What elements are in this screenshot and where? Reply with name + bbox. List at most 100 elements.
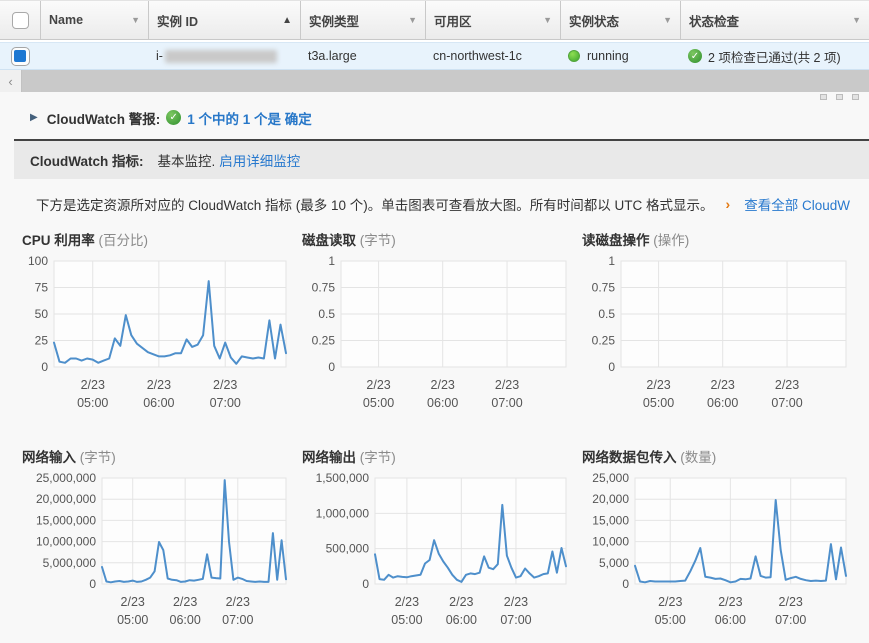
column-header-instance-id[interactable]: 实例 ID ▲ [148, 1, 300, 39]
dot [836, 94, 843, 100]
chart-cpu-utilization[interactable]: CPU 利用率 (百分比) 10075502502/2305:002/2306:… [22, 229, 292, 414]
svg-text:2/23: 2/23 [395, 595, 419, 609]
instance-table-row[interactable]: i- t3a.large cn-northwest-1c running ✓ 2… [0, 42, 869, 70]
column-header-instance-type[interactable]: 实例类型 ▼ [300, 1, 425, 39]
svg-text:10,000: 10,000 [592, 535, 629, 549]
chart-network-packets-in[interactable]: 网络数据包传入 (数量) 25,00020,00015,00010,0005,0… [582, 446, 852, 631]
svg-text:1: 1 [328, 255, 335, 268]
cell-instance-state: running [560, 43, 680, 69]
details-pane: ▶ CloudWatch 警报: ✓ 1 个中的 1 个是 确定 CloudWa… [0, 92, 869, 643]
svg-text:07:00: 07:00 [775, 613, 806, 626]
metrics-label: CloudWatch 指标: [30, 150, 143, 170]
svg-text:10,000,000: 10,000,000 [36, 535, 96, 549]
alarms-status-text: 1 个中的 1 个是 确定 [187, 108, 312, 128]
column-label: 实例 ID [157, 11, 198, 30]
filter-dropdown-icon[interactable]: ▼ [543, 15, 552, 25]
chart-disk-read-bytes[interactable]: 磁盘读取 (字节) 10.750.50.2502/2305:002/2306:0… [302, 229, 572, 414]
status-checks-text: 2 项检查已通过(共 2 项) [708, 47, 841, 66]
chart-title: CPU 利用率 (百分比) [22, 229, 292, 249]
svg-text:20,000: 20,000 [592, 492, 629, 506]
chevron-right-icon: › [726, 196, 731, 212]
monitoring-mode-text: 基本监控. [157, 150, 215, 170]
chart-title: 网络数据包传入 (数量) [582, 446, 852, 466]
svg-text:100: 100 [28, 255, 48, 268]
svg-text:07:00: 07:00 [771, 396, 802, 409]
svg-text:0.25: 0.25 [592, 334, 616, 348]
svg-text:07:00: 07:00 [491, 396, 522, 409]
svg-text:2/23: 2/23 [366, 378, 390, 392]
metrics-description-row: 下方是选定资源所对应的 CloudWatch 指标 (最多 10 个)。单击图表… [0, 179, 869, 214]
svg-text:2/23: 2/23 [81, 378, 105, 392]
chart-title: 网络输入 (字节) [22, 446, 292, 466]
checkbox-fill [14, 50, 26, 62]
enable-detailed-monitoring-link[interactable]: 启用详细监控 [219, 150, 300, 170]
svg-text:0: 0 [89, 577, 96, 591]
svg-text:0.25: 0.25 [312, 334, 336, 348]
cell-instance-id: i- [148, 43, 300, 69]
filter-dropdown-icon[interactable]: ▼ [663, 15, 672, 25]
svg-text:06:00: 06:00 [170, 613, 201, 626]
svg-text:2/23: 2/23 [711, 378, 735, 392]
svg-text:2/23: 2/23 [173, 595, 197, 609]
svg-text:0.5: 0.5 [318, 307, 335, 321]
scroll-left-button[interactable]: ‹ [0, 70, 22, 92]
svg-text:0: 0 [362, 577, 369, 591]
horizontal-scrollbar[interactable]: ‹ [0, 70, 869, 92]
column-header-availability-zone[interactable]: 可用区 ▼ [425, 1, 560, 39]
cell-availability-zone: cn-northwest-1c [425, 43, 560, 69]
alarms-status-link[interactable]: ✓ 1 个中的 1 个是 确定 [166, 108, 312, 128]
dot [852, 94, 859, 100]
select-all-cell[interactable] [0, 1, 40, 39]
row-checkbox-checked[interactable] [11, 47, 30, 66]
svg-text:2/23: 2/23 [431, 378, 455, 392]
cloudwatch-metrics-header: CloudWatch 指标: 基本监控. 启用详细监控 [14, 141, 869, 179]
select-all-checkbox[interactable] [12, 12, 29, 29]
svg-text:2/23: 2/23 [121, 595, 145, 609]
column-header-status-checks[interactable]: 状态检查 ▼ [680, 1, 869, 39]
row-select-cell[interactable] [0, 43, 40, 69]
svg-text:06:00: 06:00 [715, 613, 746, 626]
alarms-label: CloudWatch 警报: [47, 108, 160, 128]
chart-title: 磁盘读取 (字节) [302, 229, 572, 249]
svg-text:15,000,000: 15,000,000 [36, 513, 96, 527]
svg-text:05:00: 05:00 [363, 396, 394, 409]
pane-resize-handle-icon[interactable] [820, 94, 859, 100]
filter-dropdown-icon[interactable]: ▼ [131, 15, 140, 25]
svg-text:06:00: 06:00 [143, 396, 174, 409]
svg-text:2/23: 2/23 [646, 378, 670, 392]
instance-id-prefix: i- [156, 49, 163, 63]
running-state-icon [568, 50, 580, 62]
sort-asc-icon[interactable]: ▲ [282, 15, 292, 26]
svg-text:0.75: 0.75 [592, 281, 616, 295]
chart-disk-read-ops[interactable]: 读磁盘操作 (操作) 10.750.50.2502/2305:002/2306:… [582, 229, 852, 414]
svg-text:25,000,000: 25,000,000 [36, 472, 96, 485]
view-all-metrics-link[interactable]: 查看全部 CloudW [744, 194, 850, 214]
svg-text:0.5: 0.5 [598, 307, 615, 321]
check-passed-icon: ✓ [688, 49, 702, 63]
svg-text:1,000,000: 1,000,000 [316, 506, 370, 520]
chart-plot: 10075502502/2305:002/2306:002/2307:00 [22, 255, 292, 409]
svg-text:2/23: 2/23 [213, 378, 237, 392]
svg-text:75: 75 [35, 281, 49, 295]
chart-plot: 10.750.50.2502/2305:002/2306:002/2307:00 [302, 255, 572, 409]
svg-text:05:00: 05:00 [643, 396, 674, 409]
expander-caret-icon[interactable]: ▶ [30, 112, 38, 123]
cell-status-checks: ✓ 2 项检查已通过(共 2 项) [680, 43, 869, 69]
instance-table-header: Name ▼ 实例 ID ▲ 实例类型 ▼ 可用区 ▼ 实例状态 ▼ 状态检查 … [0, 0, 869, 40]
svg-text:07:00: 07:00 [210, 396, 241, 409]
svg-text:0: 0 [328, 360, 335, 374]
svg-text:2/23: 2/23 [718, 595, 742, 609]
chart-title: 读磁盘操作 (操作) [582, 229, 852, 249]
column-header-name[interactable]: Name ▼ [40, 1, 148, 39]
svg-text:05:00: 05:00 [77, 396, 108, 409]
filter-dropdown-icon[interactable]: ▼ [408, 15, 417, 25]
column-header-instance-state[interactable]: 实例状态 ▼ [560, 1, 680, 39]
instance-id-redacted [165, 50, 277, 63]
filter-dropdown-icon[interactable]: ▼ [852, 15, 861, 25]
column-label: 实例类型 [309, 11, 359, 30]
svg-text:5,000,000: 5,000,000 [43, 556, 97, 570]
svg-text:1,500,000: 1,500,000 [316, 472, 370, 485]
chart-plot: 25,00020,00015,00010,0005,00002/2305:002… [582, 472, 852, 626]
chart-network-in[interactable]: 网络输入 (字节) 25,000,00020,000,00015,000,000… [22, 446, 292, 631]
chart-network-out[interactable]: 网络输出 (字节) 1,500,0001,000,000500,00002/23… [302, 446, 572, 631]
